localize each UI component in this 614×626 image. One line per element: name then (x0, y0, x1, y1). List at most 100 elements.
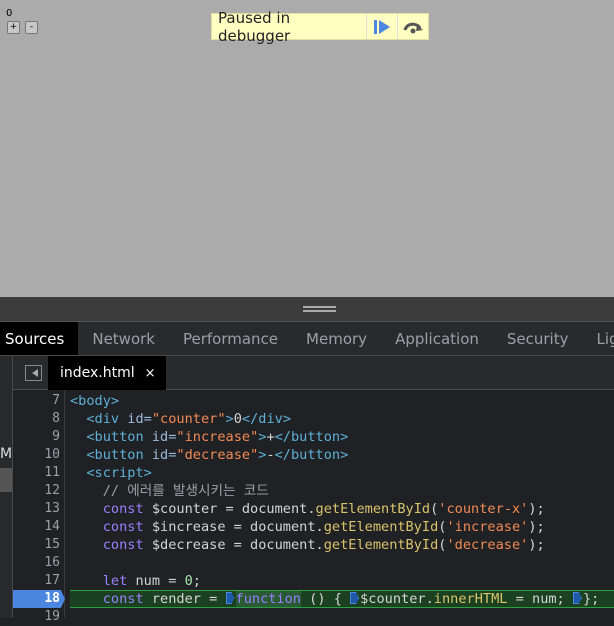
paused-overlay: Paused in debugger (211, 9, 429, 45)
code-token: + (266, 429, 275, 445)
code-token: const (70, 519, 152, 535)
code-token: const (70, 537, 152, 553)
code-token: }; (582, 591, 600, 607)
code-token: id= (127, 411, 152, 427)
code-line: let num = 0; (70, 572, 614, 590)
line-number[interactable]: 13 (13, 500, 65, 518)
step-over-button[interactable] (397, 14, 428, 39)
line-number[interactable]: 16 (13, 554, 65, 572)
code-line: // 에러를 발생시키는 코드 (70, 482, 614, 500)
code-token: 0 (233, 411, 242, 427)
code-line: <body> (70, 392, 614, 410)
grip-icon (303, 306, 336, 312)
navigator-partial-text: M (0, 446, 13, 462)
inline-breakpoint-marker-icon[interactable] (572, 592, 582, 604)
code-token: ); (528, 519, 545, 535)
inline-breakpoint-marker-icon[interactable] (225, 592, 235, 604)
code-token: () { (301, 591, 351, 607)
code-editor[interactable]: 7 8 9 10 11 12 13 14 15 16 17 18 19 <body> <div id="… (13, 390, 614, 624)
tab-sources[interactable]: Sources (0, 322, 79, 355)
tab-application[interactable]: Application (381, 322, 493, 355)
code-token: 0 (184, 573, 193, 589)
code-token: innerHTML (433, 591, 508, 607)
line-number[interactable]: 19 (13, 608, 65, 626)
line-number[interactable]: 8 (13, 410, 65, 428)
code-line: const $decrease = document.getElementByI… (70, 536, 614, 554)
code-token: </button> (274, 429, 349, 445)
code-line: <div id="counter">0</div> (70, 410, 614, 428)
code-token: num = (135, 573, 185, 589)
devtools-tab-bar: Sources Network Performance Memory Applicati… (0, 322, 614, 356)
code-token: let (70, 573, 136, 589)
increase-button[interactable]: + (7, 21, 20, 34)
code-token: <button (70, 429, 152, 445)
code-token: const (70, 501, 152, 517)
code-token: "counter" (151, 411, 226, 427)
code-token: $counter. (360, 591, 434, 607)
devtools-resize-handle[interactable] (0, 297, 614, 322)
code-token: </div> (241, 411, 292, 427)
line-number[interactable]: 9 (13, 428, 65, 446)
line-number[interactable]: 14 (13, 518, 65, 536)
tab-network[interactable]: Network (78, 322, 169, 355)
code-token: $decrease = document. (151, 537, 324, 553)
code-token: id= (151, 429, 177, 445)
code-token: <button (70, 447, 152, 463)
tab-memory[interactable]: Memory (292, 322, 381, 355)
code-line: <button id="decrease">-</button> (70, 446, 614, 464)
code-token: ; (192, 573, 201, 589)
file-tab-index-html[interactable]: index.html × (48, 356, 166, 390)
breakpoint-line-number[interactable]: 18 (13, 590, 65, 608)
close-icon[interactable]: × (145, 366, 156, 381)
line-number-gutter[interactable]: 7 8 9 10 11 12 13 14 15 16 17 18 19 (13, 390, 65, 624)
navigator-selected-item[interactable] (0, 468, 12, 492)
toggle-navigator-icon[interactable] (25, 365, 42, 381)
code-line: const $increase = document.getElementByI… (70, 518, 614, 536)
paused-label: Paused in debugger (218, 8, 291, 45)
line-number[interactable]: 17 (13, 572, 65, 590)
tab-performance[interactable]: Performance (169, 322, 292, 355)
code-token: 'decrease' (446, 537, 529, 553)
page-viewport: 0 + - Paused in debugger (0, 0, 614, 297)
code-token: <div (70, 411, 128, 427)
code-token: $counter = document. (151, 501, 316, 517)
code-token: > (225, 411, 234, 427)
code-token: - (266, 447, 275, 463)
tab-security[interactable]: Security (493, 322, 583, 355)
code-token: id= (151, 447, 177, 463)
code-token: <body> (70, 393, 120, 409)
file-tab-bar: index.html × (13, 356, 614, 390)
counter-display: 0 (6, 8, 13, 19)
code-token: <script> (70, 465, 152, 481)
line-number[interactable]: 15 (13, 536, 65, 554)
code-token: // 에러를 발생시키는 코드 (70, 483, 269, 499)
code-token: 'counter-x' (438, 501, 529, 517)
inline-breakpoint-marker-icon[interactable] (350, 592, 360, 604)
current-execution-line: const render = function () { $counter.in… (70, 590, 614, 608)
code-token: = num; (507, 591, 573, 607)
resume-button[interactable] (366, 14, 397, 39)
line-number[interactable]: 7 (13, 392, 65, 410)
resume-icon (374, 19, 390, 34)
code-token: </button> (274, 447, 349, 463)
code-token: getElementById (323, 519, 439, 535)
code-token: getElementById (323, 537, 439, 553)
line-number[interactable]: 12 (13, 482, 65, 500)
line-number[interactable]: 10 (13, 446, 65, 464)
code-token: getElementById (315, 501, 431, 517)
code-line: <script> (70, 464, 614, 482)
code-token: ); (528, 537, 545, 553)
code-token: const (70, 591, 152, 607)
tab-lighthouse[interactable]: Lighthouse (582, 322, 614, 355)
decrease-button[interactable]: - (25, 21, 38, 34)
code-token: "decrease" (176, 447, 259, 463)
line-number[interactable]: 11 (13, 464, 65, 482)
step-over-icon (403, 22, 423, 33)
code-token: "increase" (176, 429, 259, 445)
code-token: render = (151, 591, 226, 607)
code-line: <button id="increase">+</button> (70, 428, 614, 446)
code-token: function (235, 591, 301, 607)
navigator-panel-edge: M (0, 356, 13, 618)
